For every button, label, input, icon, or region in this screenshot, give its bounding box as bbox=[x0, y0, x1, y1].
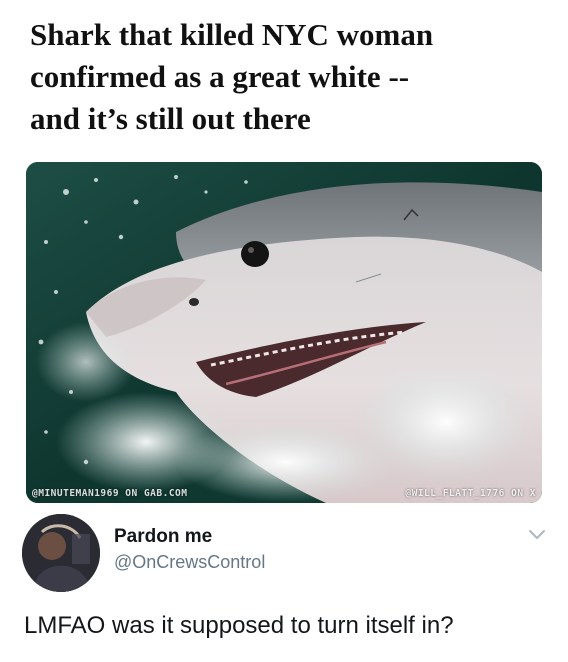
shark-photo: @MINUTEMAN1969 ON GAB.COM @WILL_FLATT_17… bbox=[26, 162, 542, 503]
avatar-image bbox=[22, 514, 100, 592]
user-handle[interactable]: @OnCrewsControl bbox=[114, 552, 265, 573]
avatar[interactable] bbox=[22, 514, 100, 592]
headline: Shark that killed NYC woman confirmed as… bbox=[30, 14, 550, 140]
headline-line-1: Shark that killed NYC woman bbox=[30, 17, 434, 52]
tweet-text: LMFAO was it supposed to turn itself in? bbox=[24, 612, 454, 639]
display-name[interactable]: Pardon me bbox=[114, 526, 212, 548]
shark-illustration bbox=[26, 162, 542, 503]
tweet-header: Pardon me @OnCrewsControl bbox=[20, 514, 550, 594]
headline-line-2: confirmed as a great white -- bbox=[30, 59, 410, 94]
headline-line-3: and it’s still out there bbox=[30, 101, 311, 136]
chevron-down-icon[interactable] bbox=[528, 528, 546, 540]
watermark-left: @MINUTEMAN1969 ON GAB.COM bbox=[32, 488, 188, 499]
watermark-right: @WILL_FLATT_1776 ON X bbox=[405, 488, 536, 499]
